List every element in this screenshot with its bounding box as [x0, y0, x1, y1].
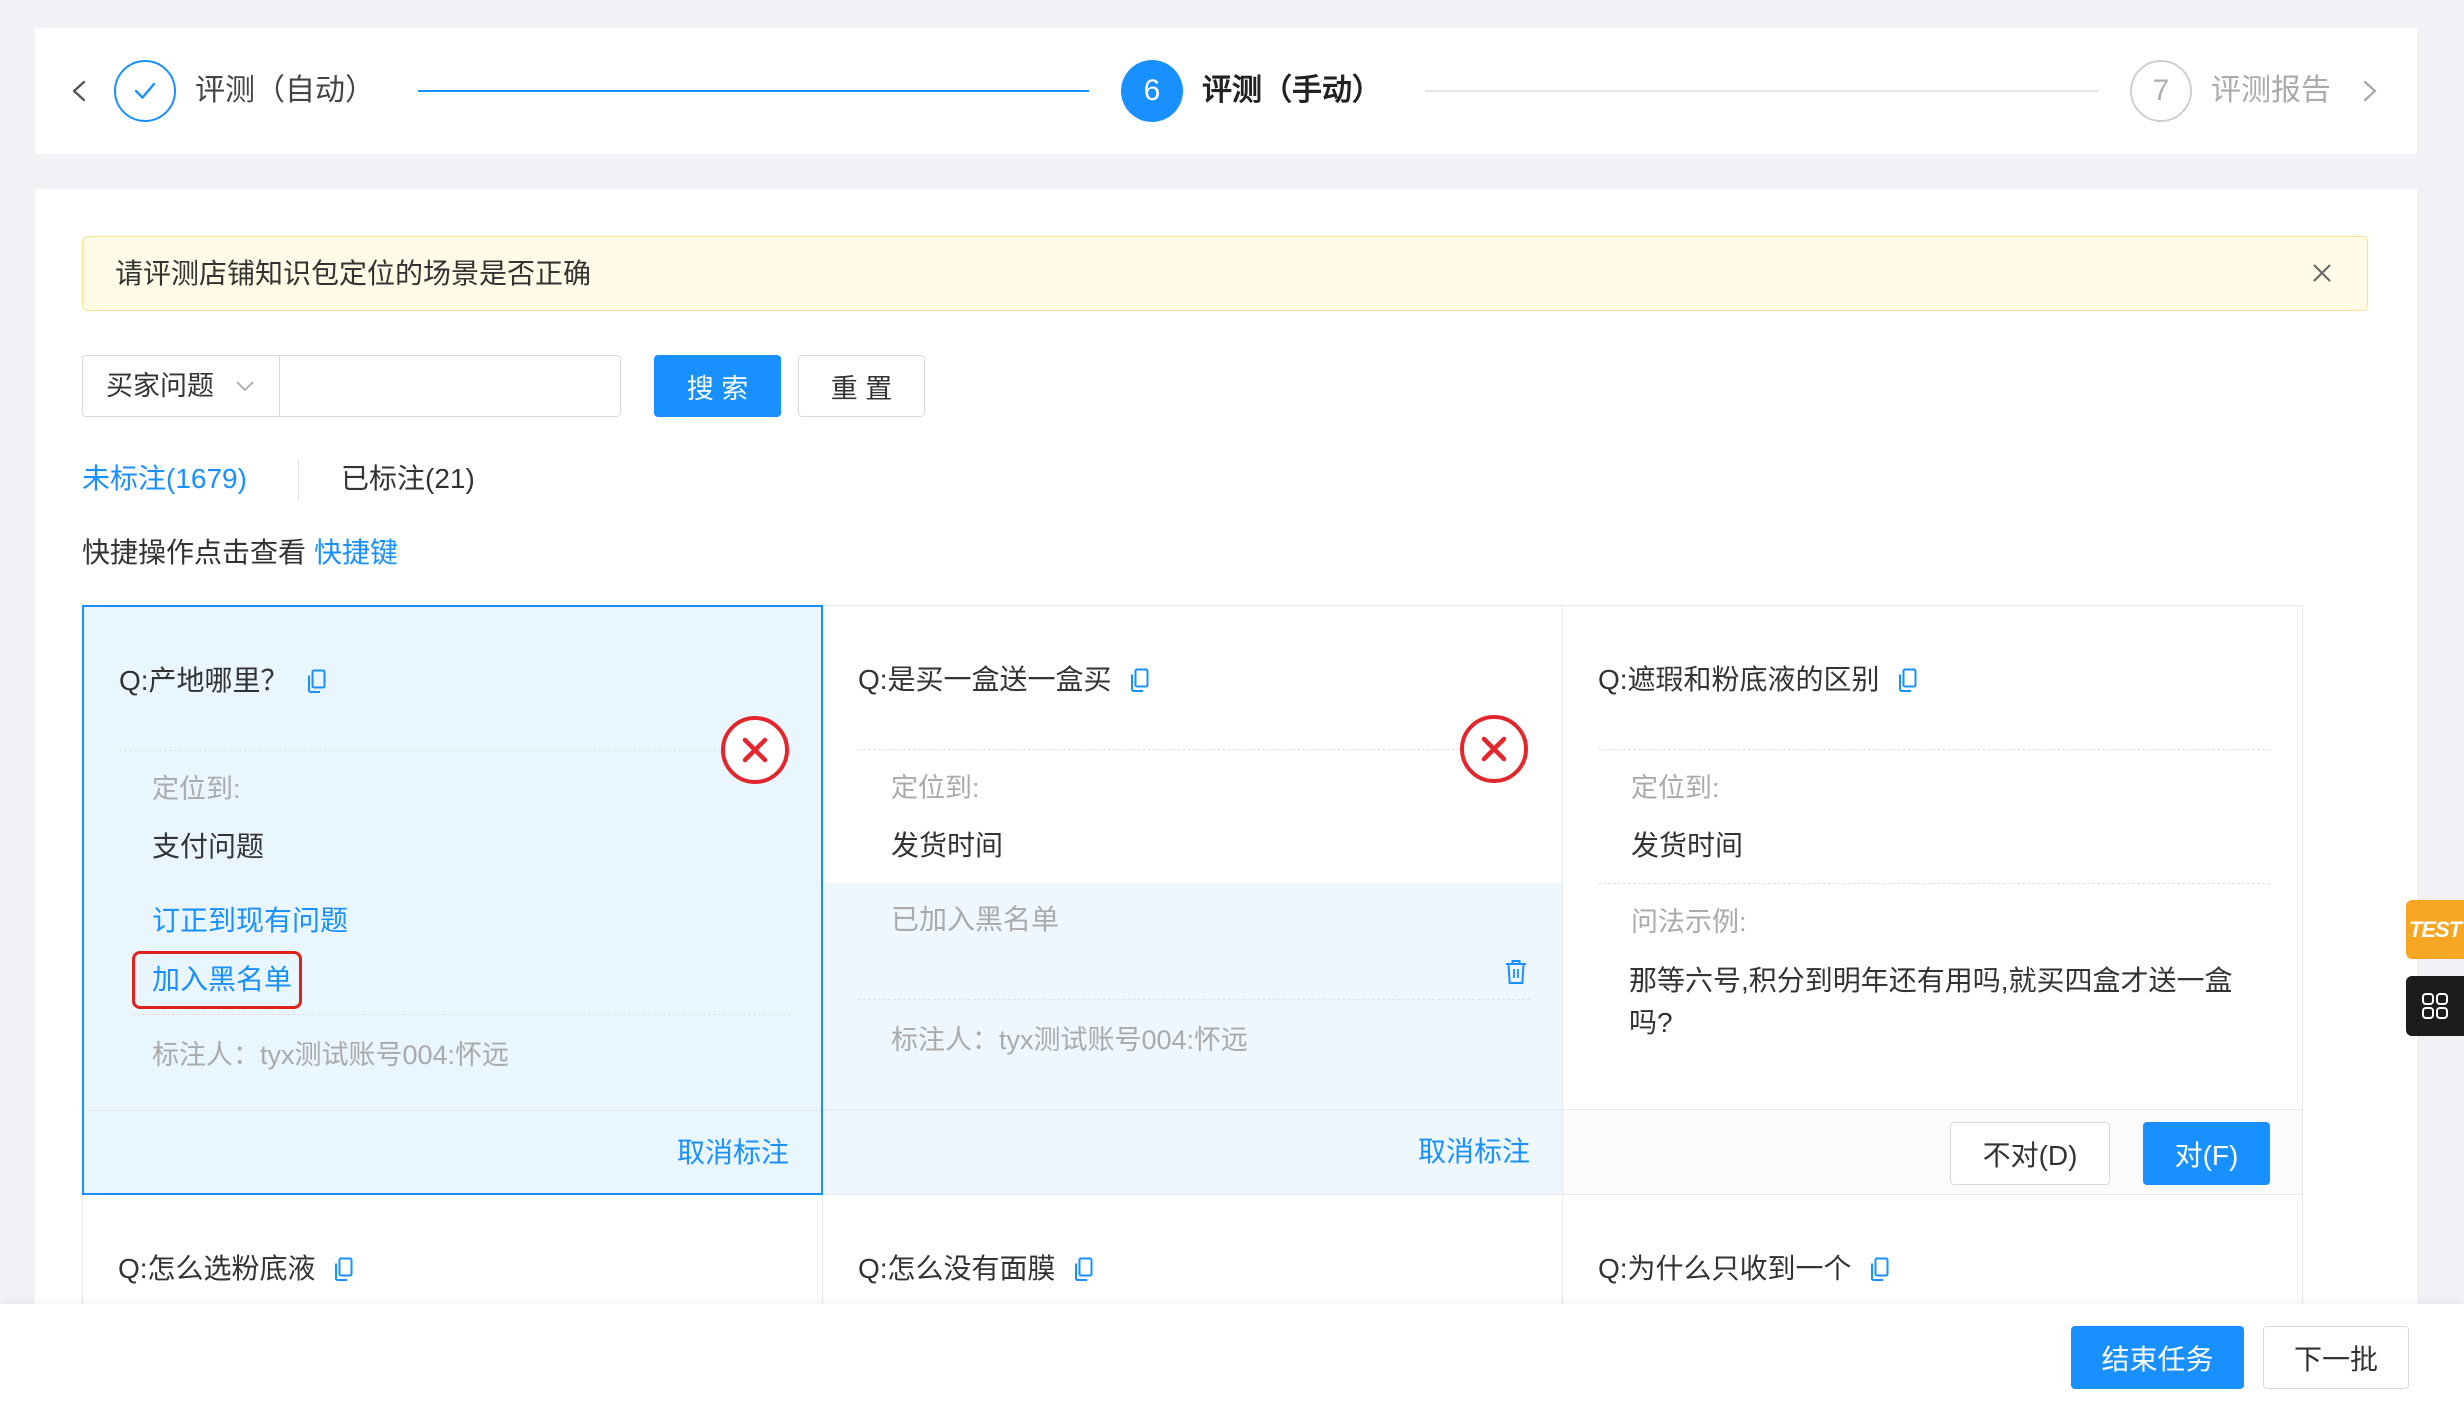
question-card[interactable]: Q:是买一盒送一盒买 定位到: 发货时间 已加入黑名单 标注人：tyx测试账号0… [822, 605, 1563, 1195]
add-to-blacklist-button[interactable]: 加入黑名单 [132, 951, 302, 1009]
action-footer: 结束任务 下一批 [0, 1304, 2464, 1408]
card-footer: 取消标注 [823, 1109, 1562, 1194]
copy-icon[interactable] [307, 669, 326, 694]
trash-icon[interactable] [1505, 959, 1527, 985]
question-card[interactable]: Q:产地哪里？ 定位到: 支付问题 订正到现有问题 加入黑名单 标注人：tyx测… [82, 605, 823, 1195]
info-alert: 请评测店铺知识包定位的场景是否正确 [82, 236, 2368, 311]
annotator-text: 标注人：tyx测试账号004:怀远 [891, 1025, 1249, 1055]
chevron-down-icon [235, 380, 255, 392]
step-current-circle: 6 [1121, 60, 1183, 122]
step-completed-circle [114, 60, 176, 122]
question-line: Q:产地哪里？ [119, 661, 326, 701]
next-batch-button[interactable]: 下一批 [2263, 1326, 2409, 1389]
reset-button[interactable]: 重 置 [798, 355, 925, 417]
search-field-select[interactable]: 买家问题 [82, 355, 280, 417]
copy-icon[interactable] [1074, 1257, 1093, 1282]
copy-icon[interactable] [334, 1257, 353, 1282]
question-line: Q:是买一盒送一盒买 [858, 660, 1149, 700]
error-circle-icon [1459, 714, 1529, 784]
question-text: Q:怎么没有面膜 [858, 1253, 1056, 1284]
blacklisted-status: 已加入黑名单 [891, 904, 1060, 935]
step-bar: 评测（自动） 6 评测（手动） 7 评测报告 [35, 28, 2417, 154]
located-value: 支付问题 [152, 831, 265, 862]
chevron-left-icon[interactable] [72, 80, 86, 102]
cancel-label-button[interactable]: 取消标注 [1418, 1110, 1530, 1194]
question-card[interactable]: Q:遮瑕和粉底液的区别 定位到: 发货时间 问法示例: 那等六号,积分到明年还有… [1562, 605, 2303, 1195]
shortcut-hint: 快捷操作点击查看 快捷键 [82, 533, 398, 573]
copy-icon[interactable] [1130, 668, 1149, 693]
annotator-text: 标注人：tyx测试账号004:怀远 [152, 1040, 510, 1070]
shortcut-hint-text: 快捷操作点击查看 [82, 537, 307, 568]
located-value: 发货时间 [891, 830, 1004, 861]
correct-to-existing-link[interactable]: 订正到现有问题 [152, 901, 348, 941]
step-label-manual-eval: 评测（手动） [1202, 74, 1382, 107]
located-label: 定位到: [1631, 773, 1720, 803]
question-line: Q:为什么只收到一个 [1598, 1249, 1889, 1289]
card-footer: 取消标注 [84, 1110, 821, 1193]
chevron-right-icon[interactable] [2363, 80, 2377, 102]
step-connector-pending [1425, 90, 2098, 92]
cancel-label-button[interactable]: 取消标注 [677, 1111, 789, 1195]
step-pending-circle: 7 [2130, 60, 2192, 122]
located-label: 定位到: [891, 773, 980, 803]
question-line: Q:遮瑕和粉底液的区别 [1598, 660, 1917, 700]
add-to-blacklist-label: 加入黑名单 [152, 964, 293, 995]
question-text: Q:遮瑕和粉底液的区别 [1598, 664, 1880, 695]
close-icon[interactable] [2311, 262, 2333, 284]
question-text: Q:产地哪里？ [119, 665, 289, 696]
question-text: Q:是买一盒送一盒买 [858, 664, 1112, 695]
step-label-auto-eval: 评测（自动） [195, 74, 375, 107]
error-circle-icon [720, 715, 790, 785]
tab-unlabeled[interactable]: 未标注(1679) [82, 459, 247, 499]
divider [858, 749, 1530, 750]
question-text: Q:为什么只收到一个 [1598, 1253, 1852, 1284]
shortcut-keys-link[interactable]: 快捷键 [314, 537, 398, 568]
copy-icon[interactable] [1870, 1257, 1889, 1282]
check-icon [134, 82, 156, 99]
located-label: 定位到: [152, 774, 241, 804]
step-connector-done [418, 90, 1089, 92]
search-input[interactable] [279, 355, 621, 417]
alert-text: 请评测店铺知识包定位的场景是否正确 [115, 258, 592, 289]
divider [1598, 749, 2270, 750]
apps-grid-icon[interactable] [2406, 976, 2464, 1036]
search-button[interactable]: 搜 索 [654, 355, 781, 417]
divider [858, 999, 1530, 1000]
tab-divider [298, 460, 299, 500]
copy-icon[interactable] [1898, 668, 1917, 693]
divider [1598, 883, 2270, 884]
card-footer: 不对(D) 对(F) [1563, 1109, 2302, 1194]
question-text: Q:怎么选粉底液 [118, 1253, 316, 1284]
mark-correct-button[interactable]: 对(F) [2143, 1122, 2270, 1185]
mark-wrong-button[interactable]: 不对(D) [1950, 1122, 2110, 1185]
end-task-button[interactable]: 结束任务 [2071, 1326, 2244, 1389]
example-text: 那等六号,积分到明年还有用吗,就买四盒才送一盒吗? [1629, 965, 2233, 1038]
example-label: 问法示例: [1631, 907, 1747, 937]
tab-labeled[interactable]: 已标注(21) [341, 459, 475, 499]
divider [119, 750, 791, 751]
step-label-report: 评测报告 [2211, 74, 2331, 107]
search-field-value: 买家问题 [106, 371, 214, 401]
divider [132, 1014, 791, 1015]
question-line: Q:怎么选粉底液 [118, 1249, 353, 1289]
located-value: 发货时间 [1631, 830, 1744, 861]
test-env-badge[interactable]: TEST [2406, 900, 2464, 959]
question-line: Q:怎么没有面膜 [858, 1249, 1093, 1289]
